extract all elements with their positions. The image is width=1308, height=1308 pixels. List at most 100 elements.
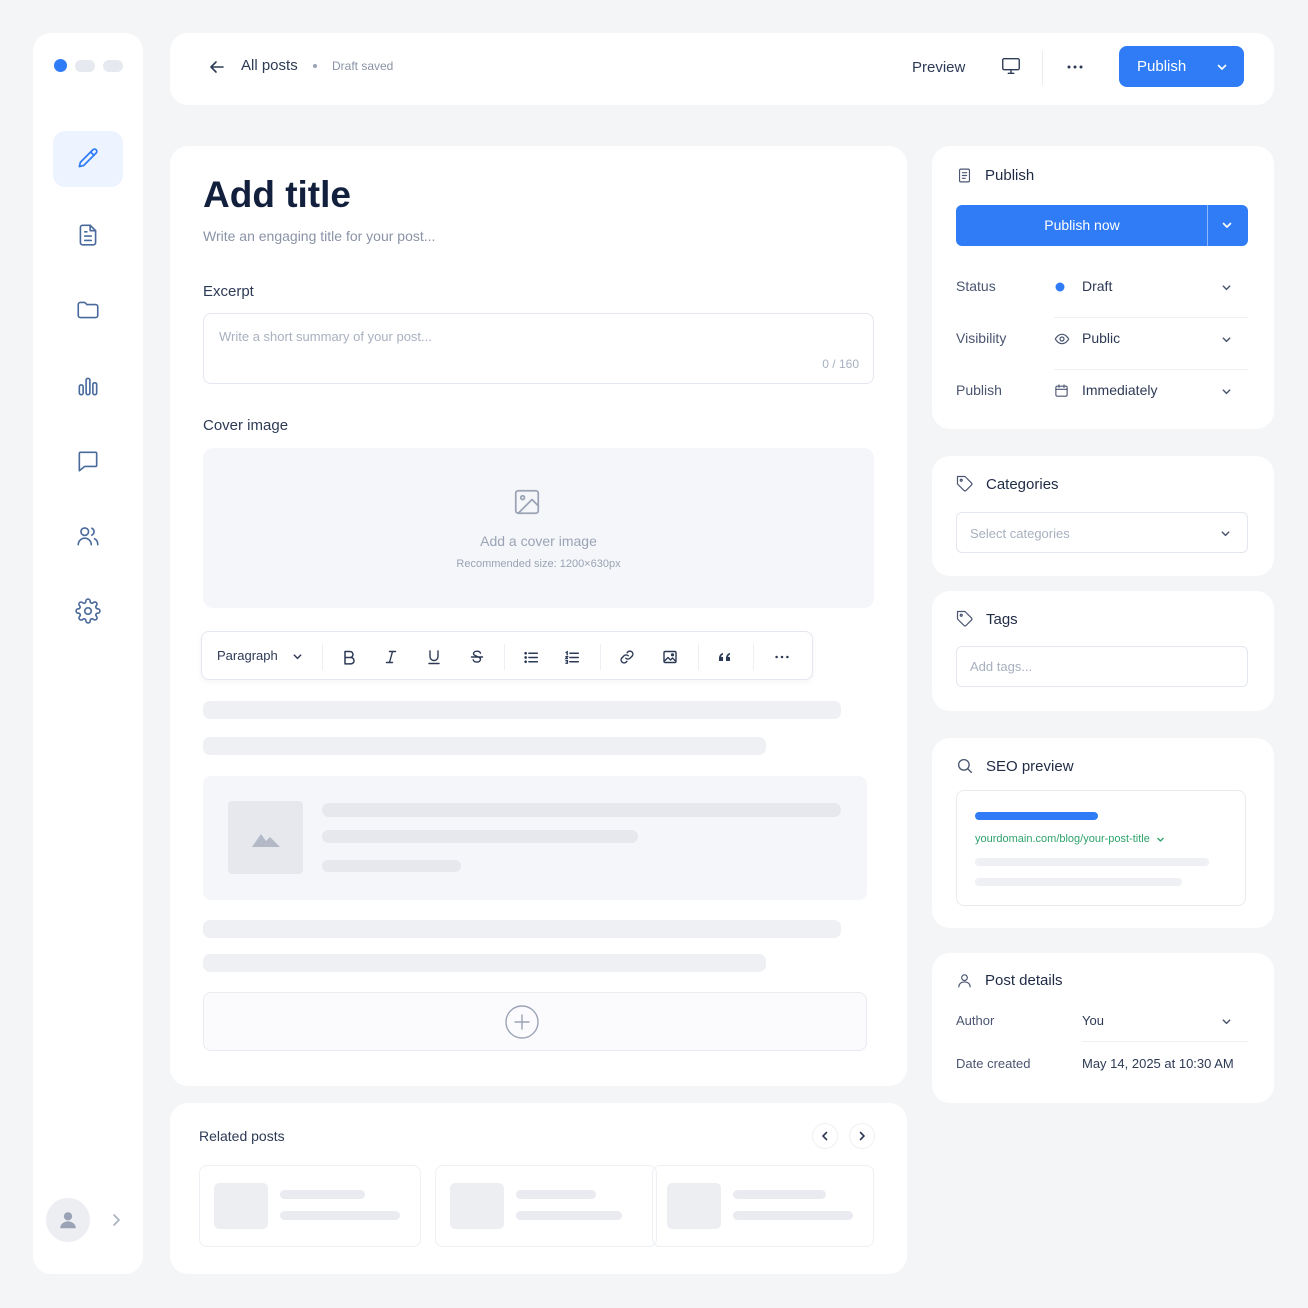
folder-icon <box>77 301 99 319</box>
add-block-button[interactable] <box>203 992 867 1051</box>
chevron-down-icon[interactable] <box>1221 1016 1232 1027</box>
block-type-select[interactable]: Paragraph <box>217 648 278 663</box>
chevron-right-icon <box>859 1131 865 1141</box>
window-dot-active[interactable] <box>54 59 67 72</box>
chevron-down-icon[interactable] <box>292 651 303 662</box>
chevron-down-icon <box>1222 285 1231 291</box>
visibility-value: Public <box>1082 330 1121 346</box>
back-button[interactable] <box>207 57 227 77</box>
related-post-card[interactable] <box>652 1165 874 1247</box>
seo-description-skeleton <box>975 878 1182 886</box>
seo-url-row[interactable]: yourdomain.com/blog/your-post-title <box>975 833 1165 845</box>
search-icon <box>957 758 973 774</box>
publish-button[interactable]: Publish <box>1119 46 1244 87</box>
sidebar-item-comments[interactable] <box>53 433 123 489</box>
divider <box>322 644 323 670</box>
excerpt-field[interactable]: Write a short summary of your post... 0 … <box>203 313 874 384</box>
post-title-hint: Write an engaging title for your post... <box>203 228 436 244</box>
status-label: Status <box>956 278 996 294</box>
content-media-block[interactable] <box>203 776 867 900</box>
chevron-down-icon[interactable] <box>1221 219 1233 231</box>
categories-select[interactable]: Select categories <box>956 512 1248 553</box>
sidebar <box>33 33 143 1274</box>
sidebar-item-settings[interactable] <box>53 583 123 639</box>
more-tools-button[interactable] <box>769 644 795 670</box>
sidebar-expand-button[interactable] <box>109 1211 123 1229</box>
publish-date-select[interactable]: Immediately <box>1054 382 1248 422</box>
user-icon <box>60 1212 76 1229</box>
seo-url: yourdomain.com/blog/your-post-title <box>975 833 1150 845</box>
bar-chart-icon <box>78 377 98 396</box>
link-button[interactable] <box>614 644 640 670</box>
categories-header: Categories <box>956 475 1059 493</box>
post-details-panel: Post details Author You Date created May… <box>932 953 1274 1103</box>
avatar[interactable] <box>46 1198 90 1242</box>
chevron-down-icon <box>1221 531 1230 537</box>
bullet-list-button[interactable] <box>518 644 544 670</box>
related-post-card[interactable] <box>435 1165 657 1247</box>
tags-input[interactable] <box>956 646 1248 687</box>
related-next-button[interactable] <box>849 1123 875 1149</box>
chevron-down-icon <box>1217 64 1227 70</box>
underline-icon <box>428 650 440 665</box>
chevron-down-icon <box>1157 837 1164 842</box>
users-icon <box>77 527 99 546</box>
related-post-skeleton-line <box>516 1211 622 1220</box>
quote-button[interactable] <box>712 644 738 670</box>
bold-button[interactable] <box>336 644 362 670</box>
date-created-label: Date created <box>956 1056 1031 1071</box>
plus-circle-icon <box>505 1005 539 1039</box>
strikethrough-button[interactable] <box>464 644 490 670</box>
more-options-button[interactable] <box>1065 57 1085 77</box>
top-bar: All posts Draft saved Preview Publish <box>170 33 1274 105</box>
pencil-icon <box>78 148 98 168</box>
device-preview-button[interactable] <box>1000 55 1022 77</box>
post-title-input[interactable]: Add title <box>203 174 351 216</box>
numbered-list-button[interactable] <box>559 644 585 670</box>
related-post-skeleton-line <box>280 1211 400 1220</box>
divider <box>1207 205 1208 246</box>
tags-title: Tags <box>986 610 1018 628</box>
related-post-skeleton-line <box>733 1190 826 1199</box>
gear-icon <box>75 598 101 624</box>
sidebar-item-media[interactable] <box>53 282 123 338</box>
preview-button[interactable]: Preview <box>912 59 965 76</box>
strikethrough-icon <box>470 650 484 663</box>
visibility-label: Visibility <box>956 330 1007 346</box>
window-dot[interactable] <box>75 59 95 72</box>
underline-button[interactable] <box>421 644 447 670</box>
cover-image-dropzone[interactable]: Add a cover image Recommended size: 1200… <box>203 448 874 608</box>
save-status: Draft saved <box>332 59 394 73</box>
publish-now-button[interactable]: Publish now <box>956 205 1248 246</box>
italic-button[interactable] <box>378 644 404 670</box>
content-skeleton-line <box>203 701 841 719</box>
seo-description-skeleton <box>975 858 1209 866</box>
related-post-thumbnail <box>667 1183 721 1229</box>
sidebar-item-analytics[interactable] <box>53 358 123 414</box>
visibility-row: Visibility Public <box>956 330 1248 382</box>
content-skeleton-line <box>322 860 461 872</box>
related-post-card[interactable] <box>199 1165 421 1247</box>
sidebar-item-editor[interactable] <box>53 131 123 187</box>
seo-preview-box: yourdomain.com/blog/your-post-title <box>956 790 1246 906</box>
seo-preview-title: SEO preview <box>986 757 1074 775</box>
status-select[interactable]: Draft <box>1054 278 1248 318</box>
chevron-left-icon <box>822 1131 828 1141</box>
all-posts-link[interactable]: All posts <box>241 57 298 74</box>
insert-image-button[interactable] <box>657 644 683 670</box>
related-prev-button[interactable] <box>812 1123 838 1149</box>
excerpt-placeholder: Write a short summary of your post... <box>219 329 432 344</box>
sidebar-item-posts[interactable] <box>53 207 123 263</box>
visibility-select[interactable]: Public <box>1054 330 1248 370</box>
sidebar-item-users[interactable] <box>53 508 123 564</box>
content-skeleton-line <box>322 803 841 817</box>
editor-panel: Add title Write an engaging title for yo… <box>170 146 907 1086</box>
content-skeleton-line <box>203 920 841 938</box>
window-dot[interactable] <box>103 59 123 72</box>
related-posts-panel: Related posts <box>170 1103 907 1274</box>
bold-icon <box>344 650 355 665</box>
monitor-icon <box>1002 57 1020 75</box>
author-select[interactable]: You <box>1082 1013 1104 1028</box>
seo-preview-header: SEO preview <box>956 757 1074 775</box>
status-value: Draft <box>1082 278 1113 294</box>
